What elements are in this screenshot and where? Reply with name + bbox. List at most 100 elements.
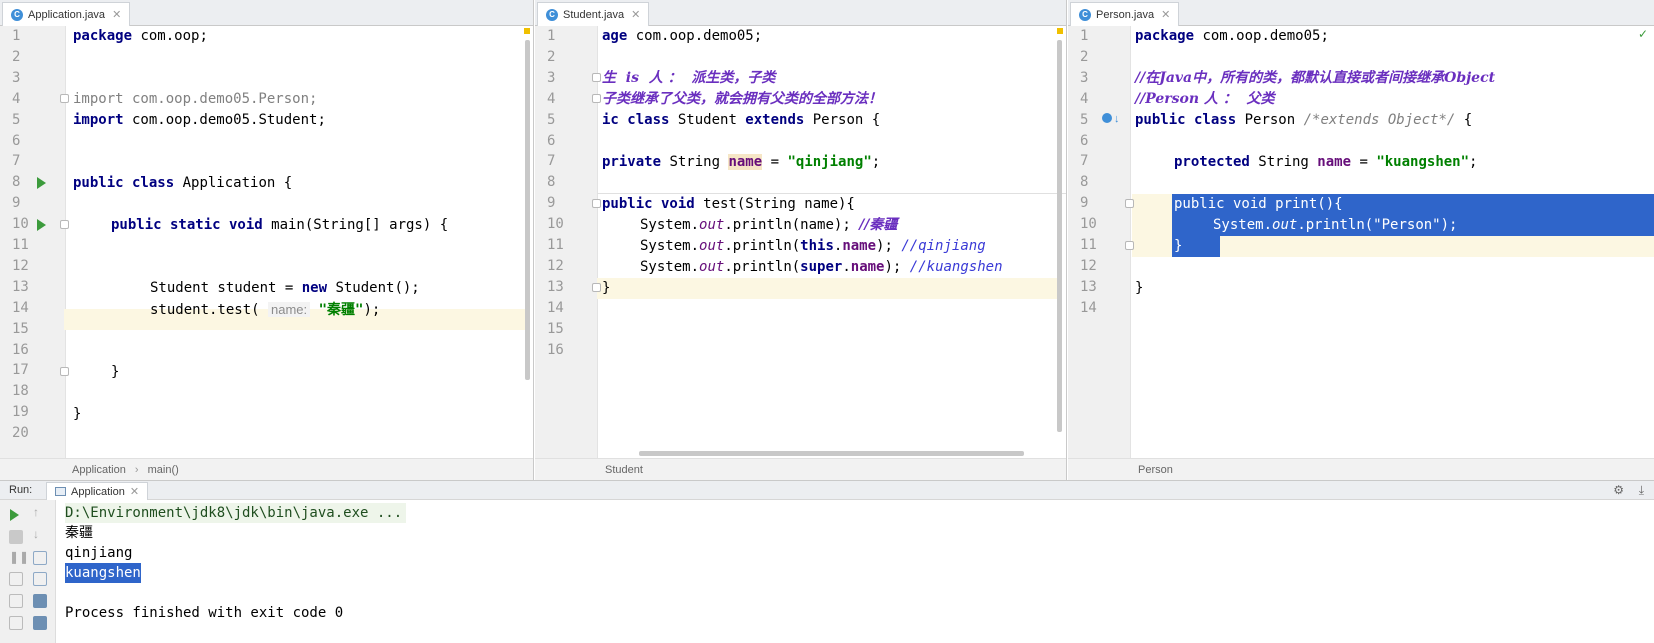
line-number: 4 [547, 90, 556, 107]
stop-icon[interactable] [9, 530, 23, 544]
code-line[interactable]: protected String name = "kuangshen"; [1174, 152, 1477, 173]
line-number: 16 [547, 341, 564, 358]
vertical-scrollbar[interactable] [525, 40, 530, 380]
line-number: 12 [12, 257, 29, 274]
code-line[interactable]: } [1135, 278, 1143, 299]
line-number: 9 [1080, 195, 1089, 212]
fold-icon[interactable] [592, 73, 601, 82]
camera-icon[interactable] [9, 572, 23, 586]
fold-icon[interactable] [1125, 199, 1134, 208]
vertical-scrollbar[interactable] [1057, 40, 1062, 432]
breadcrumb-item[interactable]: Person [1138, 464, 1173, 476]
console-line[interactable]: Process finished with exit code 0 [65, 603, 343, 623]
line-number: 4 [12, 90, 21, 107]
fold-icon[interactable] [592, 283, 601, 292]
fold-icon[interactable] [60, 94, 69, 103]
arrow-up-icon[interactable]: ↑ [33, 505, 39, 519]
horizontal-scrollbar[interactable] [639, 451, 1024, 456]
code-comment[interactable]: //Person 人 ： 父类 [1135, 89, 1275, 110]
code-line-selected[interactable]: public void print(){ [1174, 194, 1343, 215]
line-number: 4 [1080, 90, 1089, 107]
tab-student[interactable]: C Student.java ✕ [537, 2, 650, 26]
code-line[interactable]: public static void main(String[] args) { [111, 215, 448, 236]
console-line-selected[interactable]: kuangshen [65, 563, 141, 583]
code-line[interactable]: package com.oop; [73, 26, 208, 47]
line-number: 3 [1080, 69, 1089, 86]
console-line[interactable]: qinjiang [65, 543, 132, 563]
code-line[interactable]: } [111, 362, 119, 383]
analysis-marker[interactable] [1057, 28, 1063, 34]
tab-application[interactable]: C Application.java ✕ [2, 2, 131, 26]
code-line[interactable]: } [73, 404, 81, 425]
implemented-icon[interactable] [1102, 113, 1112, 123]
line-number: 13 [12, 278, 29, 295]
line-number: 11 [12, 237, 29, 253]
code-line[interactable]: public class Application { [73, 173, 292, 194]
code-line[interactable]: System.out.println(name); //秦疆 [640, 215, 897, 236]
close-icon[interactable]: ✕ [112, 8, 121, 21]
scroll-end-icon[interactable] [33, 572, 47, 586]
code-line[interactable]: import com.oop.demo05.Student; [73, 110, 326, 131]
code-line-selected[interactable]: System.out.println("Person"); [1213, 215, 1457, 236]
code-comment[interactable]: 生 is 人 ： 派生类，子类 [602, 68, 775, 89]
tab-label: Person.java [1096, 8, 1155, 21]
fold-icon[interactable] [60, 367, 69, 376]
fold-icon[interactable] [1125, 241, 1134, 250]
run-gutter-icon[interactable] [37, 219, 46, 231]
layout-icon[interactable] [9, 616, 23, 630]
wrap-icon[interactable] [33, 551, 47, 565]
code-line[interactable]: ic class Student extends Person { [602, 110, 880, 131]
line-number: 2 [12, 48, 21, 65]
code-line[interactable]: public void test(String name){ [602, 194, 855, 215]
code-line[interactable]: System.out.println(super.name); //kuangs… [640, 257, 1003, 278]
code-line[interactable]: package com.oop.demo05; [1135, 26, 1329, 47]
tab-bar: C Application.java ✕ [0, 0, 533, 26]
code-line[interactable]: private String name = "qinjiang"; [602, 152, 880, 173]
code-line[interactable]: System.out.println(this.name); //qinjian… [640, 236, 986, 257]
code-line[interactable]: import com.oop.demo05.Person; [73, 89, 317, 110]
gear-icon[interactable]: ⚙ [1613, 483, 1624, 497]
rerun-icon[interactable] [10, 509, 19, 521]
console-line-command[interactable]: D:\Environment\jdk8\jdk\bin\java.exe ... [65, 503, 407, 523]
fold-icon[interactable] [60, 220, 69, 229]
console-icon [55, 487, 66, 496]
run-gutter-icon[interactable] [37, 177, 46, 189]
tab-label: Application.java [28, 8, 106, 21]
check-icon[interactable]: ✓ [1638, 27, 1648, 41]
exit-icon[interactable] [9, 594, 23, 608]
fold-icon[interactable] [592, 94, 601, 103]
code-comment[interactable]: 子类继承了父类，就会拥有父类的全部方法！ [602, 89, 882, 110]
code-line[interactable]: Student student = new Student(); [150, 278, 420, 299]
breadcrumb-item[interactable]: Application [72, 464, 126, 476]
run-panel: Run: Application ✕ ⚙ ⤓ ↑ ↓ ❚❚ D:\Environ… [0, 480, 1654, 643]
line-number: 11 [1080, 237, 1097, 253]
pause-icon[interactable]: ❚❚ [9, 550, 29, 564]
breadcrumb-item[interactable]: Student [605, 464, 643, 476]
breadcrumb-item[interactable]: main() [148, 464, 179, 476]
editor-pane-student: C Student.java ✕ 1 2 3 4 5 6 7 8 9 10 11 12 13 14 15 16… [535, 0, 1067, 480]
close-icon[interactable]: ✕ [1161, 8, 1170, 21]
close-icon[interactable]: ✕ [130, 485, 139, 498]
code-line-selected[interactable]: } [1174, 236, 1182, 257]
line-number: 15 [12, 320, 29, 337]
console-line[interactable]: 秦疆 [65, 523, 93, 543]
ide-window: C Application.java ✕ 1 2 3 4 5 6 7 8 9 10 11 12 13 14… [0, 0, 1654, 643]
line-number: 14 [1080, 299, 1097, 316]
hide-icon[interactable]: ⤓ [1639, 483, 1644, 498]
code-line[interactable]: age com.oop.demo05; [602, 26, 762, 47]
breadcrumb: Application › main() [0, 458, 533, 480]
code-comment[interactable]: //在Java中，所有的类，都默认直接或者间接继承Object [1135, 68, 1495, 89]
print-icon[interactable] [33, 594, 47, 608]
code-line[interactable]: public class Person /*extends Object*/ { [1135, 110, 1472, 131]
java-class-icon: C [1079, 8, 1091, 21]
run-tab-application[interactable]: Application ✕ [46, 482, 149, 500]
analysis-marker[interactable] [524, 28, 530, 34]
fold-icon[interactable] [592, 199, 601, 208]
code-line[interactable]: student.test( name: "秦疆"); [150, 299, 380, 320]
trash-icon[interactable] [33, 616, 47, 630]
tab-person[interactable]: C Person.java ✕ [1070, 2, 1180, 26]
code-line[interactable]: } [602, 278, 610, 299]
breadcrumb: Student [535, 458, 1066, 480]
arrow-down-icon[interactable]: ↓ [33, 527, 39, 541]
close-icon[interactable]: ✕ [631, 8, 640, 21]
